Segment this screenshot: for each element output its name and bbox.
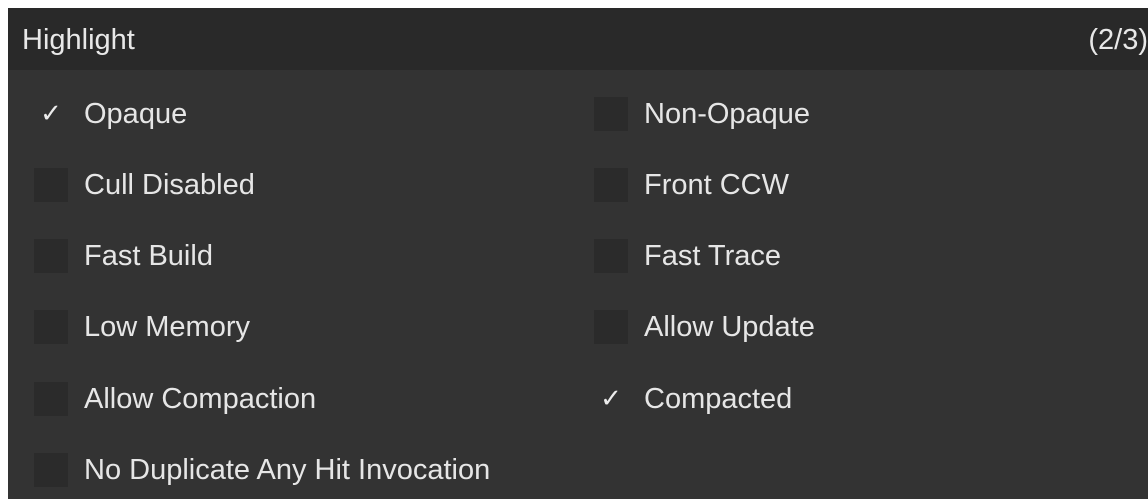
option-label: Front CCW [644,169,789,201]
checkbox-front-ccw[interactable] [594,168,628,202]
checkbox-allow-update[interactable] [594,310,628,344]
checkbox-no-duplicate-any-hit-invocation[interactable] [34,453,68,487]
highlight-panel: Highlight (2/3) ✓ Opaque Non-Opaque Cull… [8,8,1148,499]
checkbox-fast-trace[interactable] [594,239,628,273]
option-low-memory[interactable]: Low Memory [34,307,250,347]
option-allow-update[interactable]: Allow Update [594,307,815,347]
option-fast-trace[interactable]: Fast Trace [594,236,781,276]
checkbox-opaque[interactable]: ✓ [34,97,68,131]
checkbox-allow-compaction[interactable] [34,382,68,416]
option-label: Fast Trace [644,240,781,272]
option-front-ccw[interactable]: Front CCW [594,165,789,205]
panel-header[interactable]: Highlight (2/3) [8,8,1148,70]
option-label: Opaque [84,98,188,130]
checkbox-fast-build[interactable] [34,239,68,273]
option-compacted[interactable]: ✓ Compacted [594,379,792,419]
checkbox-cull-disabled[interactable] [34,168,68,202]
option-no-duplicate-any-hit-invocation[interactable]: No Duplicate Any Hit Invocation [34,450,490,490]
panel-title: Highlight [22,24,135,56]
option-non-opaque[interactable]: Non-Opaque [594,94,810,134]
option-opaque[interactable]: ✓ Opaque [34,94,187,134]
option-label: Low Memory [84,311,250,343]
option-fast-build[interactable]: Fast Build [34,236,213,276]
checkbox-low-memory[interactable] [34,310,68,344]
checkbox-non-opaque[interactable] [594,97,628,131]
selection-count: (2/3) [1088,24,1148,56]
option-label: Allow Compaction [84,383,317,415]
option-label: Cull Disabled [84,169,255,201]
checkbox-compacted[interactable]: ✓ [594,382,628,416]
option-label: No Duplicate Any Hit Invocation [84,454,491,486]
option-allow-compaction[interactable]: Allow Compaction [34,379,316,419]
option-label: Allow Update [644,311,815,343]
option-cull-disabled[interactable]: Cull Disabled [34,165,255,205]
option-label: Compacted [644,383,793,415]
option-label: Fast Build [84,240,213,272]
option-label: Non-Opaque [644,98,811,130]
